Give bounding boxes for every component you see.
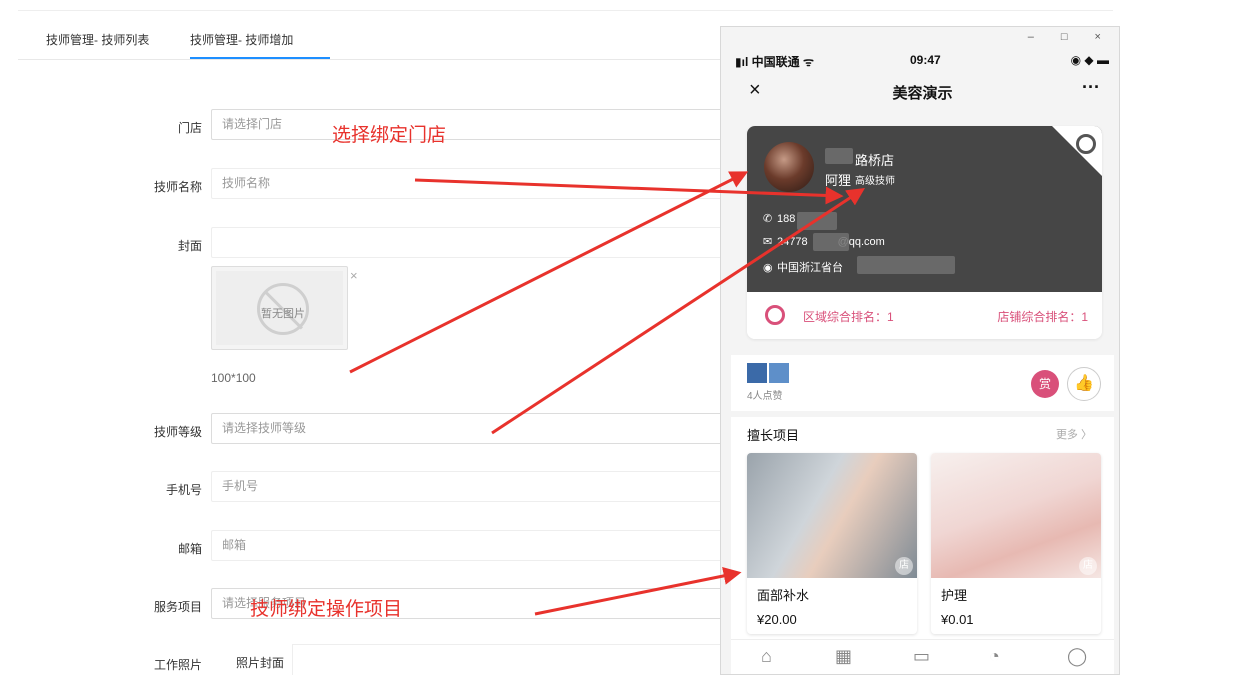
service-item-image	[747, 453, 917, 578]
more-icon[interactable]: ···	[1082, 77, 1100, 98]
phone-input[interactable]: 手机号	[211, 471, 731, 502]
card-address-text: 中国浙江省台	[777, 262, 843, 274]
photo-cover-label: 照片封面	[236, 656, 285, 670]
service-item-image	[931, 453, 1101, 578]
service-item[interactable]: 店 护理 ¥0.01	[931, 453, 1101, 634]
reward-button[interactable]: 赏	[1031, 370, 1059, 398]
status-bar: ▮ıl 中国联通 ᯤ 09:47 ◉ ◆ ▬	[735, 53, 1115, 69]
avatar	[764, 142, 814, 192]
mail-icon: ✉	[763, 236, 773, 248]
service-item-price: ¥0.01	[941, 612, 974, 627]
phone-preview-window: – □ × ▮ıl 中国联通 ᯤ 09:47 ◉ ◆ ▬ × 美容演示 ··· …	[720, 26, 1120, 675]
status-icons: ◉ ◆ ▬	[1070, 53, 1109, 67]
email-input[interactable]: 邮箱	[211, 530, 731, 561]
avatar	[769, 363, 789, 383]
medal-icon	[765, 305, 785, 325]
store-tag: 店	[1079, 557, 1097, 575]
card-header: 路桥店 阿狸 高级技师 ✆ 188 ✉ 24778 @qq.com ◉ 中国浙江省台	[747, 126, 1102, 292]
card-phone: ✆ 188	[763, 212, 795, 225]
card-phone-text: 188	[777, 213, 796, 225]
phone-icon: ✆	[763, 213, 773, 225]
store-rank: 店铺综合排名：1	[997, 310, 1088, 324]
store-select[interactable]: 请选择门店	[211, 109, 731, 140]
blur-mask	[825, 148, 853, 164]
nav-title: 美容演示	[892, 85, 953, 102]
no-image-placeholder: 暂无图片	[216, 271, 343, 345]
annotation-service: 技师绑定操作项目	[250, 599, 403, 620]
service-item[interactable]: 店 面部补水 ¥20.00	[747, 453, 917, 634]
blur-mask	[797, 212, 837, 230]
window-controls[interactable]: – □ ×	[1028, 31, 1113, 43]
technician-card: 路桥店 阿狸 高级技师 ✆ 188 ✉ 24778 @qq.com ◉ 中国浙江省台 区…	[747, 126, 1102, 339]
store-tag: 店	[895, 557, 913, 575]
skills-section: 擅长项目 更多 〉 店 面部补水 ¥20.00 店 护理 ¥0.01	[731, 417, 1114, 646]
skills-title: 擅长项目	[747, 428, 800, 443]
cover-input[interactable]	[211, 227, 731, 258]
photo-cover-input[interactable]	[292, 644, 732, 675]
bottom-tab-bar: ⌂ ▦ ▭ ◔ ◯	[731, 639, 1114, 674]
technician-level: 高级技师	[855, 176, 895, 187]
size-hint: 100*100	[211, 371, 256, 385]
blur-mask	[813, 233, 849, 251]
region-rank: 区域综合排名：1	[803, 310, 894, 324]
store-label: 门店	[177, 121, 202, 135]
service-item-name: 护理	[941, 588, 968, 603]
qr-code-icon[interactable]	[1076, 134, 1096, 154]
annotation-store: 选择绑定门店	[332, 125, 447, 146]
status-carrier: ▮ıl 中国联通 ᯤ	[735, 55, 814, 69]
phone-label: 手机号	[165, 483, 202, 497]
skills-more-link[interactable]: 更多 〉	[1056, 426, 1092, 442]
photos-label: 工作照片	[153, 658, 202, 672]
like-count: 4人点赞	[747, 391, 783, 402]
close-icon[interactable]: ×	[350, 268, 358, 283]
level-select[interactable]: 请选择技师等级	[211, 413, 731, 444]
card-corner	[1052, 126, 1102, 176]
name-input[interactable]: 技师名称	[211, 168, 731, 199]
cover-label: 封面	[177, 239, 202, 253]
store-icon[interactable]: ▭	[913, 646, 930, 667]
name-label: 技师名称	[153, 180, 202, 194]
technician-name: 阿狸	[825, 173, 852, 188]
avatar	[747, 363, 767, 383]
card-email-prefix: 24778	[777, 236, 808, 248]
service-label: 服务项目	[153, 600, 202, 614]
arrow-cover	[349, 171, 749, 374]
likes-bar: 4人点赞 赏 👍	[731, 355, 1114, 411]
level-label: 技师等级	[153, 425, 202, 439]
home-icon[interactable]: ⌂	[761, 646, 772, 667]
location-icon: ◉	[763, 262, 773, 274]
active-tab-indicator	[190, 57, 330, 59]
nav-bar: × 美容演示 ···	[731, 73, 1114, 109]
thumbs-up-icon[interactable]: 👍	[1067, 367, 1101, 401]
rank-bar: 区域综合排名：1 店铺综合排名：1	[747, 292, 1102, 339]
card-address: ◉ 中国浙江省台	[763, 259, 843, 275]
clock-icon[interactable]: ◔	[989, 646, 1000, 667]
tab-technician-list[interactable]: 技师管理- 技师列表	[46, 31, 149, 48]
shop-name: 路桥店	[855, 153, 895, 168]
user-icon[interactable]: ◯	[1067, 646, 1087, 667]
no-image-text: 暂无图片	[261, 308, 305, 320]
blur-mask	[857, 256, 955, 274]
status-time: 09:47	[910, 53, 941, 67]
grid-icon[interactable]: ▦	[835, 646, 852, 667]
tab-technician-add[interactable]: 技师管理- 技师增加	[190, 31, 293, 48]
service-item-name: 面部补水	[757, 588, 810, 603]
service-item-price: ¥20.00	[757, 612, 797, 627]
email-label: 邮箱	[177, 542, 202, 556]
cover-image-preview[interactable]: 暂无图片	[211, 266, 348, 350]
